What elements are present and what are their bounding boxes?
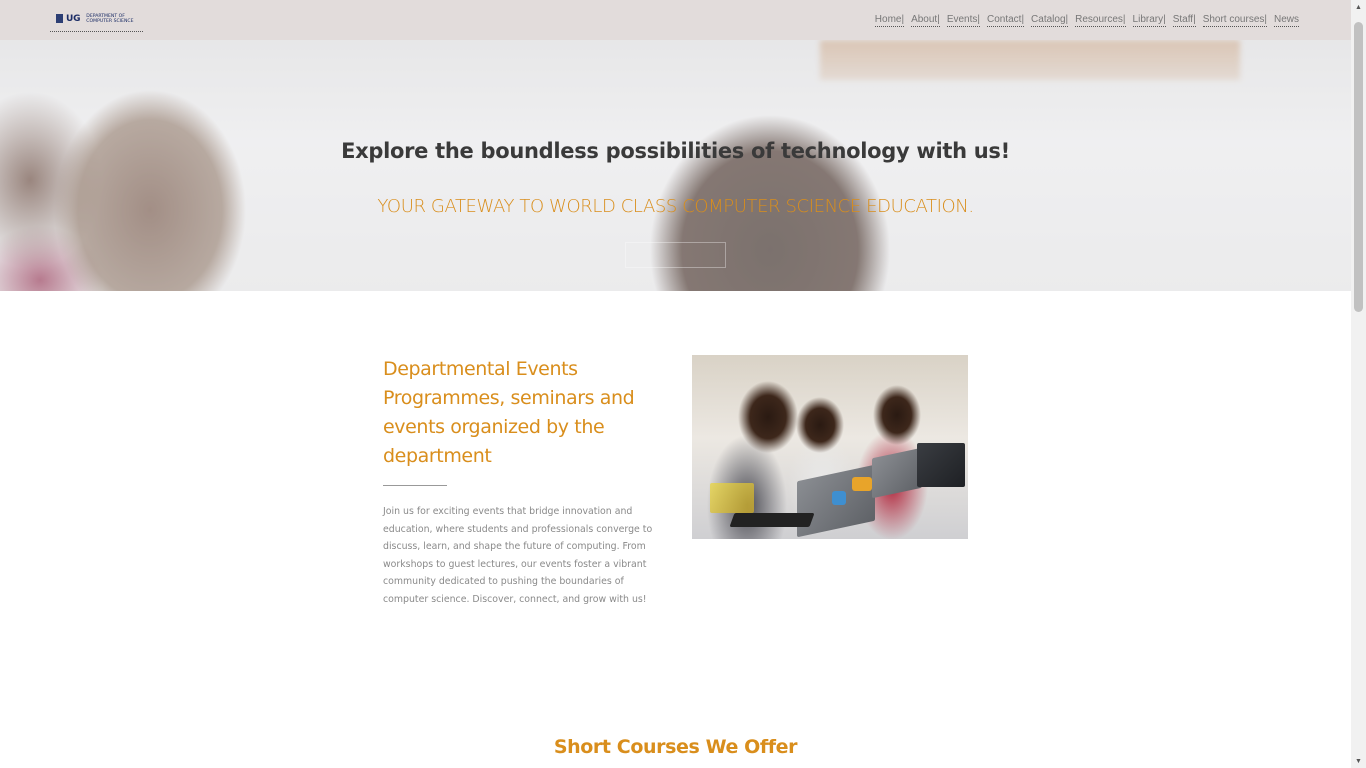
university-crest-icon xyxy=(56,14,63,23)
logo-department-text: DEPARTMENT OF COMPUTER SCIENCE xyxy=(86,14,133,24)
events-description: Join us for exciting events that bridge … xyxy=(383,506,653,605)
top-navigation-bar: UG DEPARTMENT OF COMPUTER SCIENCE Home| … xyxy=(0,0,1351,40)
laptop-sticker xyxy=(832,491,846,505)
scroll-up-arrow-icon[interactable]: ▲ xyxy=(1351,0,1366,14)
nav-library[interactable]: Library| xyxy=(1132,14,1166,27)
department-logo[interactable]: UG DEPARTMENT OF COMPUTER SCIENCE xyxy=(50,6,143,32)
nav-catalog[interactable]: Catalog| xyxy=(1031,14,1069,27)
keyboard-image-part xyxy=(729,513,815,527)
laptop-image-part xyxy=(872,447,922,499)
nav-staff[interactable]: Staff| xyxy=(1172,14,1196,27)
page-scrollbar[interactable]: ▲ ▼ xyxy=(1351,0,1366,768)
hero-subtitle: YOUR GATEWAY TO WORLD CLASS COMPUTER SCI… xyxy=(377,196,974,217)
laptop-sticker xyxy=(852,477,872,491)
nav-home[interactable]: Home| xyxy=(874,14,905,27)
section-divider xyxy=(383,485,447,486)
nav-events[interactable]: Events| xyxy=(946,14,980,27)
nav-short-courses[interactable]: Short courses| xyxy=(1202,14,1267,27)
hero-banner: Explore the boundless possibilities of t… xyxy=(0,40,1351,291)
students-with-laptops-image xyxy=(692,355,968,539)
logo-dept-line2: COMPUTER SCIENCE xyxy=(86,18,134,24)
nav-news[interactable]: News xyxy=(1273,14,1299,27)
nav-contact[interactable]: Contact| xyxy=(986,14,1025,27)
scrollbar-thumb[interactable] xyxy=(1354,22,1363,312)
hero-cta-button[interactable] xyxy=(625,242,726,268)
laptop-image-part xyxy=(917,443,965,487)
shirt-print-image-part xyxy=(710,483,754,513)
nav-about[interactable]: About| xyxy=(911,14,940,27)
hero-title: Explore the boundless possibilities of t… xyxy=(341,139,1010,163)
logo-ug-text: UG xyxy=(66,13,81,24)
main-nav: Home| About| Events| Contact| Catalog| R… xyxy=(874,14,1299,27)
nav-resources[interactable]: Resources| xyxy=(1075,14,1126,27)
scroll-down-arrow-icon[interactable]: ▼ xyxy=(1351,754,1366,768)
short-courses-heading: Short Courses We Offer xyxy=(553,736,798,758)
events-heading: Departmental Events Programmes, seminars… xyxy=(383,358,635,467)
